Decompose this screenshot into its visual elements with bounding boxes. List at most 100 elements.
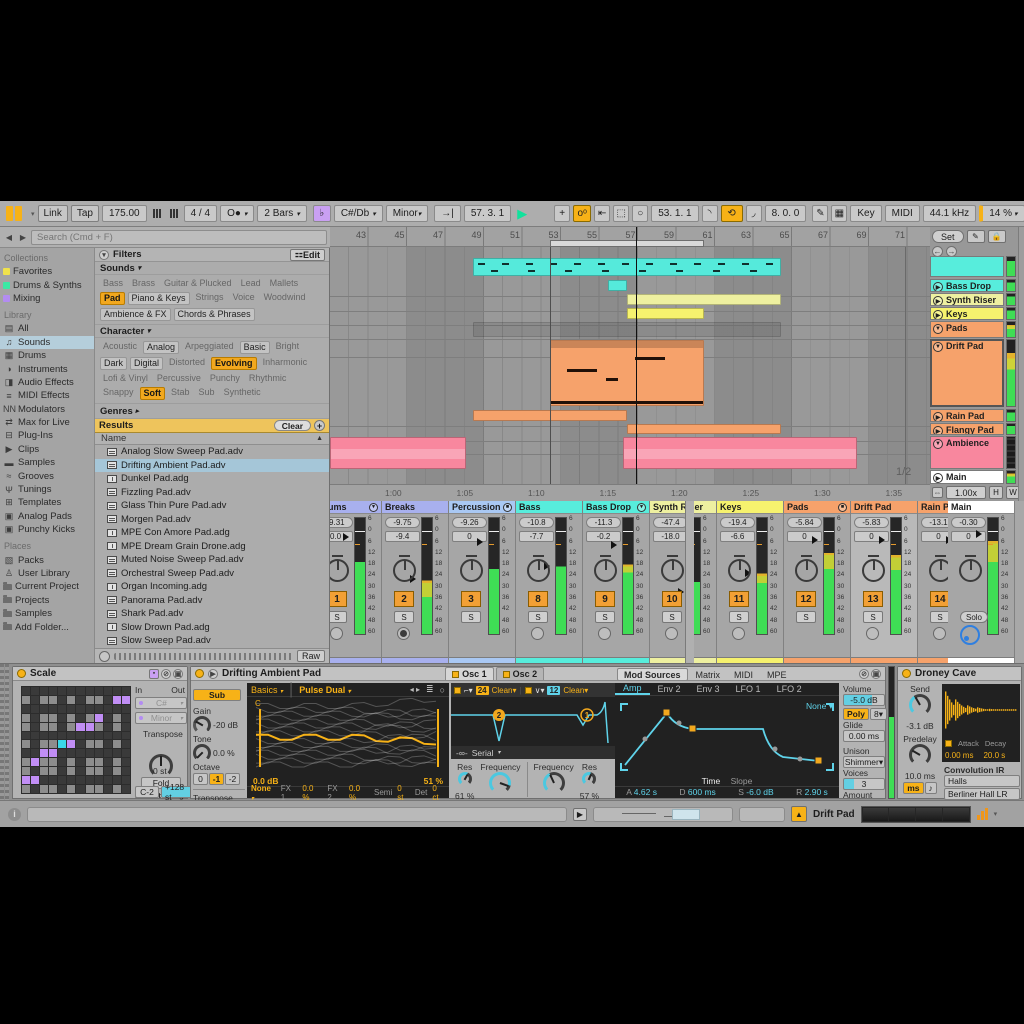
device-chain-strip[interactable] bbox=[5, 664, 9, 800]
scale-grid-cell[interactable] bbox=[121, 776, 130, 785]
sidebar-item-library[interactable]: ♫ Sounds bbox=[0, 335, 94, 349]
track-fold-icon[interactable]: ▶ bbox=[933, 282, 943, 291]
scale-grid-cell[interactable] bbox=[31, 776, 40, 785]
adsr-param[interactable]: D 600 ms bbox=[679, 787, 715, 798]
filter-tag[interactable]: Evolving bbox=[211, 357, 257, 370]
channel-header[interactable]: Bass Drop ▾ bbox=[583, 501, 649, 514]
peak-level-field[interactable]: -47.4 bbox=[653, 517, 688, 528]
scale-grid-cell[interactable] bbox=[112, 695, 121, 704]
predelay-knob[interactable] bbox=[909, 744, 931, 766]
scale-grid-cell[interactable] bbox=[49, 785, 58, 793]
hot-swap-icon[interactable]: ⊘ bbox=[161, 668, 171, 679]
attack-value[interactable]: 0.00 ms bbox=[945, 751, 973, 760]
track-name[interactable]: Synth Riser bbox=[946, 295, 996, 305]
wavetable-category-menu[interactable]: Basics ▾ bbox=[251, 685, 283, 695]
sidebar-item-collection[interactable]: Mixing bbox=[0, 292, 94, 305]
track-name[interactable]: Keys bbox=[946, 309, 968, 319]
filter-tag[interactable]: Chords & Phrases bbox=[173, 308, 255, 321]
channel-fold-icon[interactable]: ▾ bbox=[637, 502, 646, 512]
arrangement-clip[interactable] bbox=[623, 437, 857, 469]
filter-tag[interactable]: Percussive bbox=[154, 373, 204, 384]
scale-grid-cell[interactable] bbox=[31, 767, 40, 776]
browser-file-row[interactable]: Fizzling Pad.adv bbox=[95, 486, 329, 500]
pan-knob[interactable] bbox=[728, 555, 751, 582]
fader-arrow[interactable] bbox=[812, 536, 822, 545]
scale-grid-cell[interactable] bbox=[31, 749, 40, 758]
track-fold-icon[interactable]: ▶ bbox=[933, 310, 943, 319]
channel-header[interactable]: Breaks bbox=[382, 501, 448, 514]
scale-grid-cell[interactable] bbox=[40, 722, 49, 731]
channel-strip[interactable]: Keys -19.4 -6.6 6 0 6 12 18 24 30 36 42 48 60 11 S bbox=[717, 501, 784, 663]
peak-level-field[interactable]: -11.3 bbox=[586, 517, 621, 528]
channel-header[interactable]: Drift Pad bbox=[851, 501, 917, 514]
device-chain-overview[interactable] bbox=[860, 805, 971, 823]
scale-grid-cell[interactable] bbox=[40, 713, 49, 722]
peak-level-field[interactable]: -0.30 bbox=[951, 517, 986, 528]
filter-tag[interactable]: Digital bbox=[130, 357, 164, 370]
track-fold-icon[interactable]: ▶ bbox=[933, 412, 943, 421]
filter2-mode-menu[interactable]: Clean▾ bbox=[563, 686, 588, 695]
octave-option[interactable]: -2 bbox=[225, 773, 240, 785]
session-record-button[interactable]: ○ bbox=[632, 205, 649, 222]
mod-tab[interactable]: Mod Sources bbox=[617, 668, 688, 681]
sidebar-item-place[interactable]: Add Folder... bbox=[0, 620, 94, 633]
arrangement-clip[interactable] bbox=[473, 322, 781, 337]
solo-button[interactable]: S bbox=[930, 611, 948, 623]
predelay-value[interactable]: 10.0 ms bbox=[900, 771, 940, 781]
peak-level-field[interactable]: -5.83 bbox=[854, 517, 889, 528]
scale-grid-cell[interactable] bbox=[40, 695, 49, 704]
sidebar-item-library[interactable]: ◨ Audio Effects bbox=[0, 376, 94, 389]
re-enable-automation-button[interactable]: ⇤ bbox=[594, 205, 611, 222]
scale-grid-cell[interactable] bbox=[22, 704, 31, 713]
position-slider[interactable] bbox=[437, 709, 439, 767]
pan-knob[interactable] bbox=[527, 555, 550, 582]
track-name[interactable]: Bass Drop bbox=[946, 281, 991, 291]
edit-filters-button[interactable]: ⚏ Edit bbox=[289, 248, 325, 261]
sidebar-item-place[interactable]: Projects bbox=[0, 594, 94, 607]
loop-start-field[interactable]: 53. 1. 1 bbox=[651, 205, 699, 222]
arm-button[interactable] bbox=[531, 627, 544, 640]
scale-grid-cell[interactable] bbox=[76, 713, 85, 722]
channel-strip[interactable]: Pads ■ -5.84 0 6 0 6 12 18 24 30 36 42 48 60 12 S bbox=[784, 501, 851, 663]
volume-field[interactable]: 0 bbox=[921, 531, 948, 542]
scale-grid-cell[interactable] bbox=[121, 731, 130, 740]
scale-grid-cell[interactable] bbox=[67, 767, 76, 776]
scale-root-menu[interactable]: C# ▾ bbox=[135, 697, 187, 709]
filter2-shape-icon[interactable]: ∨▾ bbox=[535, 686, 545, 695]
pan-knob[interactable] bbox=[795, 555, 818, 582]
scale-grid-cell[interactable] bbox=[85, 776, 94, 785]
arrangement-clip[interactable] bbox=[627, 424, 781, 434]
scale-grid-cell[interactable] bbox=[76, 695, 85, 704]
scale-grid-cell[interactable] bbox=[58, 758, 67, 767]
solo-button[interactable]: S bbox=[662, 611, 682, 623]
env-tab[interactable]: LFO 1 bbox=[728, 683, 769, 695]
scale-grid-cell[interactable] bbox=[22, 713, 31, 722]
filter1-toggle[interactable] bbox=[454, 686, 461, 694]
results-column-header[interactable]: Name ▲ bbox=[95, 433, 329, 445]
device-activator[interactable] bbox=[17, 669, 26, 678]
channel-strip[interactable]: Breaks -9.75 -9.4 6 0 6 12 18 24 30 36 42 48 60 2 … bbox=[382, 501, 449, 663]
scale-grid[interactable] bbox=[21, 686, 131, 794]
draw-mode-box-icon[interactable]: ⬚ bbox=[613, 205, 630, 222]
time-ruler[interactable]: 1:00 1:05 1:10 1:15 1:20 1:25 1:30 1:35 bbox=[330, 484, 930, 501]
scale-grid-cell[interactable] bbox=[103, 713, 112, 722]
add-filter-icon[interactable]: + bbox=[314, 420, 325, 431]
scale-grid-cell[interactable] bbox=[121, 758, 130, 767]
track-activator-number[interactable]: 8 bbox=[528, 591, 548, 607]
track-fold-icon[interactable]: ▼ bbox=[933, 439, 943, 449]
scale-grid-cell[interactable] bbox=[85, 704, 94, 713]
scale-grid-cell[interactable] bbox=[85, 767, 94, 776]
filter-tag[interactable]: Bright bbox=[273, 341, 303, 354]
cpu-meter[interactable]: 14 % ▾ bbox=[979, 205, 1024, 222]
sub-button[interactable]: Sub bbox=[193, 689, 241, 701]
arm-button[interactable] bbox=[732, 627, 745, 640]
scale-grid-cell[interactable] bbox=[49, 776, 58, 785]
channel-header[interactable]: Pads ■ bbox=[784, 501, 850, 514]
circle-view-icon[interactable]: ○ bbox=[440, 685, 445, 695]
mod-tab[interactable]: MPE bbox=[761, 668, 793, 681]
ms-toggle[interactable]: ms bbox=[903, 782, 924, 794]
sidebar-item-library[interactable]: ▣ Punchy Kicks bbox=[0, 523, 94, 536]
crossfader-knob[interactable] bbox=[960, 625, 980, 645]
computer-midi-keyboard-icon[interactable]: ▦ bbox=[831, 205, 848, 222]
filter2-toggle[interactable] bbox=[524, 686, 532, 694]
